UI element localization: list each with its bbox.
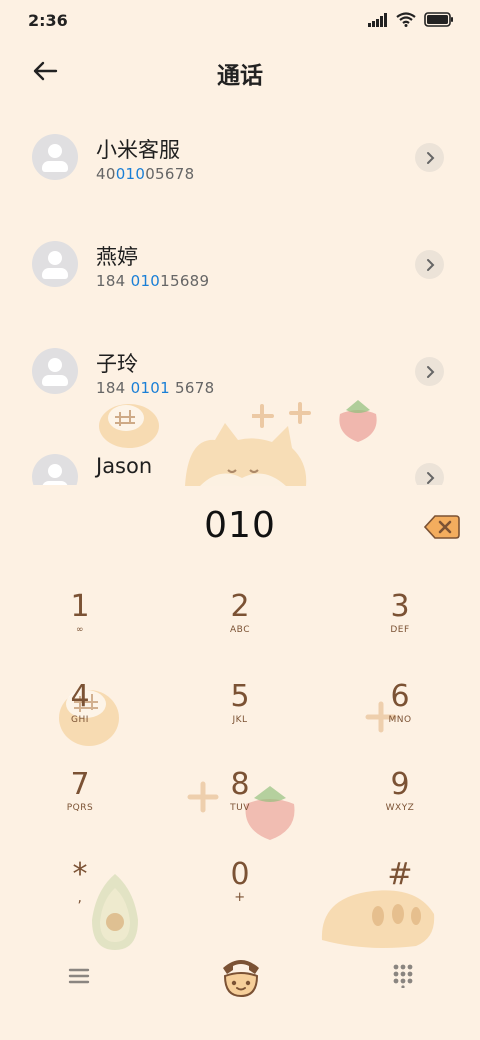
dial-key-6[interactable]: 6 MNO (345, 680, 455, 750)
dial-input-display: 010 (204, 505, 276, 546)
menu-button[interactable] (64, 964, 94, 988)
avatar (32, 348, 78, 394)
key-letters: , (77, 890, 83, 906)
contact-number: 4001005678 (96, 165, 195, 183)
status-bar: 2:36 (0, 0, 480, 40)
key-digit: 7 (70, 767, 90, 802)
contact-name: 子玲 (96, 352, 138, 376)
contact-name: 小米客服 (96, 138, 180, 162)
call-button[interactable] (217, 952, 265, 1000)
key-letters: GHI (71, 715, 89, 725)
contact-detail-button[interactable] (415, 357, 444, 386)
contact-detail-button[interactable] (415, 463, 444, 485)
key-digit: 4 (70, 679, 90, 714)
contact-list: 小米客服 4001005678 燕婷 184 01015689 子玲 184 0… (0, 100, 480, 485)
dial-key-4[interactable]: 4 GHI (25, 680, 135, 750)
dial-key-2[interactable]: 2 ABC (185, 590, 295, 660)
contact-number: 184 01015689 (96, 272, 210, 290)
key-digit: * (72, 857, 88, 892)
backspace-icon (423, 515, 460, 539)
dial-key-star[interactable]: * , (25, 858, 135, 928)
dial-key-9[interactable]: 9 WXYZ (345, 768, 455, 838)
dial-key-7[interactable]: 7 PQRS (25, 768, 135, 838)
battery-icon (424, 12, 453, 27)
dial-key-5[interactable]: 5 JKL (185, 680, 295, 750)
key-letters: TUV (230, 803, 250, 813)
dialpad-toggle-button[interactable] (390, 962, 416, 989)
key-letters: + (234, 890, 246, 905)
key-digit: 9 (390, 767, 410, 802)
avatar (32, 241, 78, 287)
dial-key-1[interactable]: 1 ∞ (25, 590, 135, 660)
key-digit: 0 (230, 857, 250, 892)
dialpad-grid-icon (393, 964, 413, 989)
key-letters: WXYZ (385, 803, 415, 813)
key-digit: 6 (390, 679, 410, 714)
contact-detail-button[interactable] (415, 143, 444, 172)
dial-key-0[interactable]: 0 + (185, 858, 295, 928)
dial-key-3[interactable]: 3 DEF (345, 590, 455, 660)
voicemail-icon: ∞ (76, 625, 84, 635)
key-digit: 2 (230, 589, 250, 624)
contact-row[interactable]: 燕婷 184 01015689 (0, 229, 480, 319)
chevron-right-icon (426, 258, 434, 271)
dial-key-8[interactable]: 8 TUV (185, 768, 295, 838)
page-title: 通话 (217, 63, 263, 89)
contact-name: Jason (96, 454, 153, 478)
key-digit: 1 (70, 589, 90, 624)
signal-icon (368, 12, 387, 27)
key-digit: 8 (230, 767, 250, 802)
avatar (32, 454, 78, 485)
bottom-bar (0, 950, 480, 1010)
telephone-icon (223, 960, 259, 998)
key-letters: ABC (230, 625, 250, 635)
status-time: 2:36 (28, 11, 68, 30)
chevron-right-icon (426, 365, 434, 378)
contact-number: 184 0101 5678 (96, 379, 215, 397)
chevron-right-icon (426, 151, 434, 164)
contact-detail-button[interactable] (415, 250, 444, 279)
chevron-right-icon (426, 471, 434, 484)
contact-row[interactable]: 小米客服 4001005678 (0, 122, 480, 212)
contact-row[interactable]: Jason (0, 442, 480, 485)
avatar (32, 134, 78, 180)
key-digit: 3 (390, 589, 410, 624)
key-digit: # (387, 857, 413, 892)
key-letters: MNO (388, 715, 412, 725)
key-letters: JKL (232, 715, 248, 725)
dial-key-hash[interactable]: # (345, 858, 455, 928)
status-icons (368, 12, 454, 27)
header: 通话 (0, 48, 480, 92)
wifi-icon (396, 12, 416, 27)
key-letters: PQRS (66, 803, 94, 813)
contact-name: 燕婷 (96, 245, 138, 269)
menu-icon (68, 968, 90, 984)
contact-row[interactable]: 子玲 184 0101 5678 (0, 336, 480, 426)
key-digit: 5 (230, 679, 250, 714)
backspace-button[interactable] (423, 514, 460, 540)
key-letters: DEF (390, 625, 410, 635)
